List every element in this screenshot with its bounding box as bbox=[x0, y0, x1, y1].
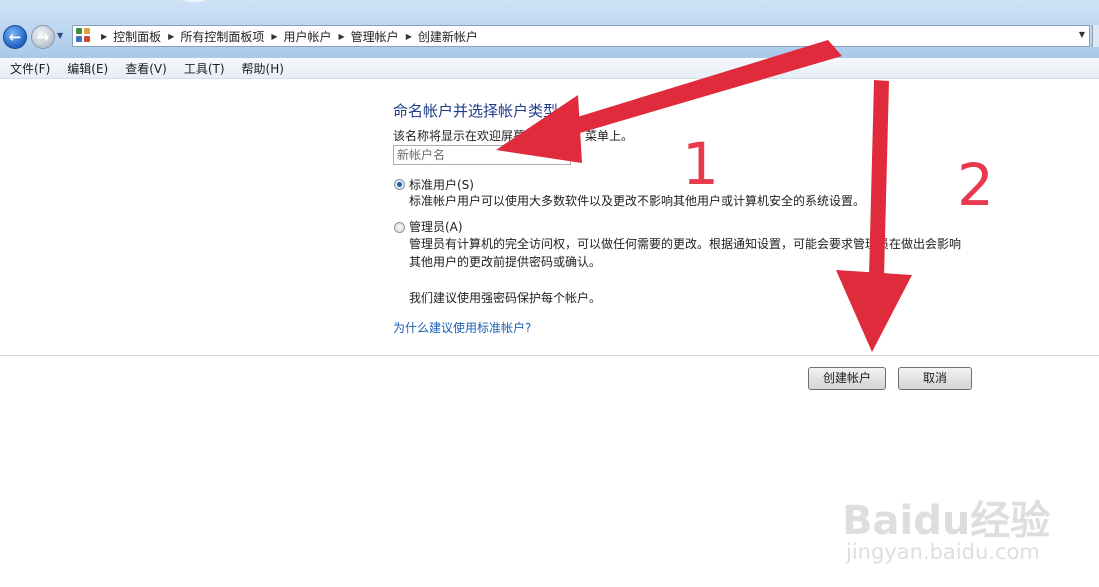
administrator-radio[interactable] bbox=[394, 222, 405, 233]
account-name-input[interactable] bbox=[393, 145, 571, 165]
page-title: 命名帐户并选择帐户类型 bbox=[393, 102, 559, 120]
baidu-watermark: Baidu经验 jingyan.baidu.com bbox=[842, 488, 1050, 568]
divider bbox=[0, 355, 1099, 356]
menu-tools[interactable]: 工具(T) bbox=[174, 60, 232, 77]
menu-edit[interactable]: 编辑(E) bbox=[57, 60, 115, 77]
dropdown-arrow-icon[interactable]: ▼ bbox=[1079, 30, 1085, 39]
cancel-button[interactable]: 取消 bbox=[898, 367, 972, 390]
menu-help[interactable]: 帮助(H) bbox=[232, 60, 291, 77]
recent-pages-dropdown-icon[interactable]: ▼ bbox=[57, 30, 67, 42]
chevron-right-icon[interactable]: ▶ bbox=[271, 32, 277, 41]
breadcrumb: ▶ 控制面板 ▶ 所有控制面板项 ▶ 用户帐户 ▶ 管理帐户 ▶ 创建新帐户 bbox=[94, 28, 478, 45]
chevron-right-icon[interactable]: ▶ bbox=[168, 32, 174, 41]
breadcrumb-control-panel[interactable]: 控制面板 bbox=[113, 28, 161, 45]
step-number-1: 1 bbox=[682, 130, 719, 198]
menu-view[interactable]: 查看(V) bbox=[115, 60, 174, 77]
menu-bar: 文件(F) 编辑(E) 查看(V) 工具(T) 帮助(H) bbox=[0, 58, 1099, 79]
breadcrumb-manage-accounts[interactable]: 管理帐户 bbox=[351, 28, 399, 45]
administrator-description-line1: 管理员有计算机的完全访问权，可以做任何需要的更改。根据通知设置，可能会要求管理员… bbox=[409, 237, 962, 251]
standard-user-radio[interactable] bbox=[394, 179, 405, 190]
chevron-right-icon[interactable]: ▶ bbox=[406, 32, 412, 41]
menu-file[interactable]: 文件(F) bbox=[0, 60, 57, 77]
titlebar-highlight bbox=[168, 0, 220, 2]
standard-user-description: 标准帐户用户可以使用大多数软件以及更改不影响其他用户或计算机安全的系统设置。 bbox=[409, 194, 866, 208]
step-number-2: 2 bbox=[957, 151, 994, 219]
watermark-url: jingyan.baidu.com bbox=[846, 540, 1040, 564]
control-panel-icon bbox=[76, 28, 92, 44]
window-titlebar: ← → ▼ ▶ 控制面板 ▶ 所有控制面板项 ▶ 用户帐户 ▶ 管理帐户 ▶ 创… bbox=[0, 0, 1099, 58]
chevron-right-icon[interactable]: ▶ bbox=[101, 32, 107, 41]
chevron-right-icon[interactable]: ▶ bbox=[339, 32, 345, 41]
breadcrumb-all-items[interactable]: 所有控制面板项 bbox=[180, 28, 264, 45]
breadcrumb-create-account[interactable]: 创建新帐户 bbox=[418, 28, 478, 45]
standard-user-label[interactable]: 标准用户(S) bbox=[409, 176, 474, 193]
watermark-main: Baidu经验 bbox=[842, 498, 1051, 544]
refresh-button[interactable] bbox=[1092, 25, 1099, 47]
address-bar[interactable]: ▶ 控制面板 ▶ 所有控制面板项 ▶ 用户帐户 ▶ 管理帐户 ▶ 创建新帐户 ▼ bbox=[72, 25, 1090, 47]
why-standard-account-link[interactable]: 为什么建议使用标准帐户? bbox=[393, 319, 531, 336]
breadcrumb-user-accounts[interactable]: 用户帐户 bbox=[284, 28, 332, 45]
create-account-button[interactable]: 创建帐户 bbox=[808, 367, 886, 390]
back-arrow-icon[interactable]: ← bbox=[3, 25, 27, 49]
name-hint-text: 该名称将显示在欢迎屏幕和「开始」菜单上。 bbox=[393, 129, 634, 143]
password-recommendation: 我们建议使用强密码保护每个帐户。 bbox=[409, 291, 602, 305]
administrator-description-line2: 其他用户的更改前提供密码或确认。 bbox=[409, 255, 602, 269]
arrow-2-icon bbox=[836, 80, 912, 352]
administrator-label[interactable]: 管理员(A) bbox=[409, 218, 463, 235]
forward-arrow-icon[interactable]: → bbox=[31, 25, 55, 49]
